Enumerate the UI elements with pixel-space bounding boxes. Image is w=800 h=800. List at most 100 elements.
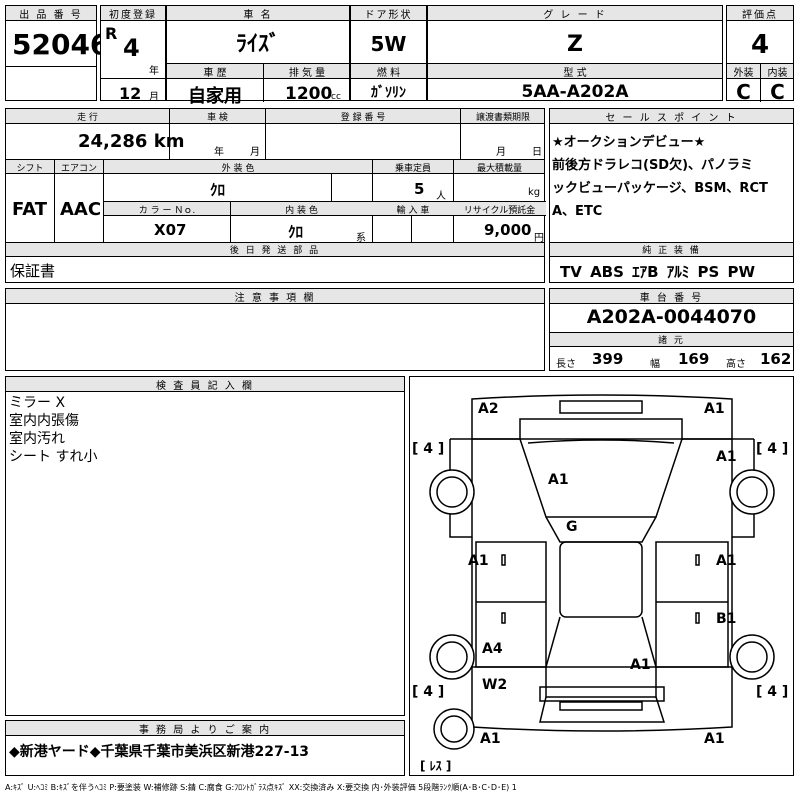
tire-front-left: [ 4 ]: [412, 441, 445, 457]
int-color: ｸﾛ: [288, 223, 304, 241]
dimensions-label: 諸 元: [550, 333, 793, 347]
max-load-unit: kg: [528, 187, 541, 198]
sales-point-label: セ ー ル ス ポ イ ン ト: [550, 109, 793, 124]
height-label: 高さ: [726, 359, 746, 370]
inspector-notes: ミラー X 室内内張傷 室内汚れ シート すれ小: [9, 394, 97, 466]
reg-year: 4: [123, 34, 140, 62]
office-box: 事 務 局 よ り ご 案 内 ◆新港ヤード◆千葉県千葉市美浜区新港227-13: [5, 720, 405, 776]
tire-front-right: [ 4 ]: [756, 441, 789, 457]
equipment-label: 純 正 装 備: [550, 243, 793, 257]
model-label: 型 式: [428, 64, 722, 79]
int-grade: C: [770, 80, 785, 104]
inspector-label: 検 査 員 記 入 欄: [6, 377, 404, 392]
score: 4: [750, 30, 770, 60]
displacement: 1200: [285, 84, 333, 104]
door-label: ドア形状: [351, 6, 426, 21]
history-label: 車 歴: [203, 68, 227, 79]
mark-front-left: A2: [478, 401, 499, 417]
ext-color: ｸﾛ: [209, 181, 225, 199]
tire-rear-left: [ 4 ]: [412, 684, 445, 700]
tire-rear-right: [ 4 ]: [756, 684, 789, 700]
recycle-label: リサイクル預託金: [463, 205, 536, 216]
shift: FAT: [12, 199, 48, 220]
grade: Z: [567, 32, 583, 57]
inspection-label: 車 検: [207, 113, 228, 123]
month-unit: 月: [149, 92, 159, 103]
fuel: ｶﾞｿﾘﾝ: [371, 85, 406, 101]
mileage: 24,286 km: [78, 131, 185, 152]
chassis-label: 車 台 番 号: [550, 289, 793, 304]
sales-line: ★オークションデビュー★: [552, 135, 706, 150]
door-type: 5W: [370, 32, 407, 56]
later-parts-label: 後 日 発 送 部 品: [6, 243, 544, 257]
inspector-line: ミラー X: [9, 395, 66, 411]
mark-trunk: A1: [630, 657, 651, 673]
chassis-number: A202A-0044070: [586, 306, 757, 328]
length-label: 長さ: [556, 359, 576, 370]
transfer-label: 譲渡書類期限: [475, 113, 530, 123]
car-diagram: [429, 394, 775, 750]
mark-front-right: A1: [704, 401, 725, 417]
reg-month: 12: [119, 84, 142, 103]
transfer-month-unit: 月: [496, 147, 506, 158]
vehicle-info-box: 走 行 車 検 登 録 番 号 譲渡書類期限 24,286 km 年 月 月 日…: [5, 108, 546, 283]
displacement-label: 排 気 量: [288, 68, 326, 79]
max-load-label: 最大積載量: [476, 163, 522, 174]
tire-spare: [ ﾚｽ ]: [420, 759, 452, 773]
int-color-label: 内 装 色: [285, 205, 318, 216]
fuel-label: 燃 料: [351, 64, 426, 79]
first-reg-label: 初度登録: [101, 6, 165, 21]
mark-bumper-right: A1: [704, 731, 725, 747]
ext-label: 外装: [733, 68, 754, 79]
legend: A:ｷｽﾞ U:ﾍｺﾐ B:ｷｽﾞを伴うﾍｺﾐ P:要塗装 W:補修跡 S:錆 …: [5, 783, 517, 792]
height: 162: [760, 350, 792, 368]
mark-fender-right: A1: [716, 449, 737, 465]
later-parts: 保証書: [10, 262, 56, 280]
sales-point-box: セ ー ル ス ポ イ ン ト ★オークションデビュー★ 前後方ドラレコ(SD欠…: [549, 108, 794, 283]
inspector-box: 検 査 員 記 入 欄 ミラー X 室内内張傷 室内汚れ シート すれ小: [5, 376, 405, 716]
lot-label: 出 品 番 号: [6, 6, 96, 21]
mark-rear-door-right: B1: [716, 611, 737, 627]
inspector-line: シート すれ小: [9, 449, 98, 465]
sales-line: ックビューパッケージ、BSM、RCT: [552, 181, 768, 196]
length: 399: [592, 350, 624, 368]
capacity-unit: 人: [436, 191, 446, 202]
inspector-line: 室内汚れ: [9, 431, 65, 447]
color-no: X07: [154, 221, 187, 239]
grade-box: グ レ ー ド Z 型 式 5AA-A202A: [427, 5, 723, 102]
ext-grade: C: [736, 80, 751, 104]
mark-roof: G: [566, 519, 578, 535]
mark-door-left: A1: [468, 553, 489, 569]
score-box: 評価点 4 外装 内装 C C: [726, 5, 794, 104]
car-diagram-box: A2 A1 A1 A1 G A1 A1 B1 A4 W2 A1 A1 A1 [ …: [409, 376, 794, 776]
mark-hood: A1: [548, 472, 569, 488]
car-name-label: 車 名: [167, 6, 349, 21]
notes-label: 注 意 事 項 欄: [6, 289, 544, 304]
door-box: ドア形状 5W 燃 料 ｶﾞｿﾘﾝ: [350, 5, 427, 101]
transfer-day-unit: 日: [532, 147, 542, 158]
color-no-label: カ ラ ー Ｎｏ.: [138, 205, 196, 216]
car-name: ﾗｲｽﾞ: [235, 32, 280, 57]
sales-line: A、ETC: [552, 204, 603, 219]
model: 5AA-A202A: [521, 82, 629, 102]
score-label: 評価点: [727, 6, 793, 21]
inspection-month-unit: 月: [250, 147, 260, 158]
mark-rear-left: A4: [482, 641, 503, 657]
ext-color-label: 外 装 色: [221, 163, 255, 174]
sales-line: 前後方ドラレコ(SD欠)、パノラミ: [552, 158, 754, 173]
int-label: 内装: [767, 68, 788, 79]
shift-label: シフト: [16, 163, 44, 174]
inspection-year-unit: 年: [214, 147, 224, 158]
displacement-unit: cc: [331, 92, 341, 102]
ac-label: エアコン: [60, 163, 97, 174]
recycle: 9,000: [484, 221, 532, 239]
notes-box: 注 意 事 項 欄: [5, 288, 545, 371]
chassis-box: 車 台 番 号 A202A-0044070 諸 元 長さ 399 幅 169 高…: [549, 288, 794, 371]
import-label: 輸 入 車: [396, 205, 430, 216]
mark-rear-left2: W2: [482, 677, 508, 693]
office-text: ◆新港ヤード◆千葉県千葉市美浜区新港227-13: [9, 744, 310, 760]
width-label: 幅: [650, 359, 660, 370]
reg-no-label: 登 録 番 号: [340, 113, 386, 123]
capacity-label: 乗車定員: [394, 163, 431, 174]
mileage-label: 走 行: [77, 113, 98, 123]
